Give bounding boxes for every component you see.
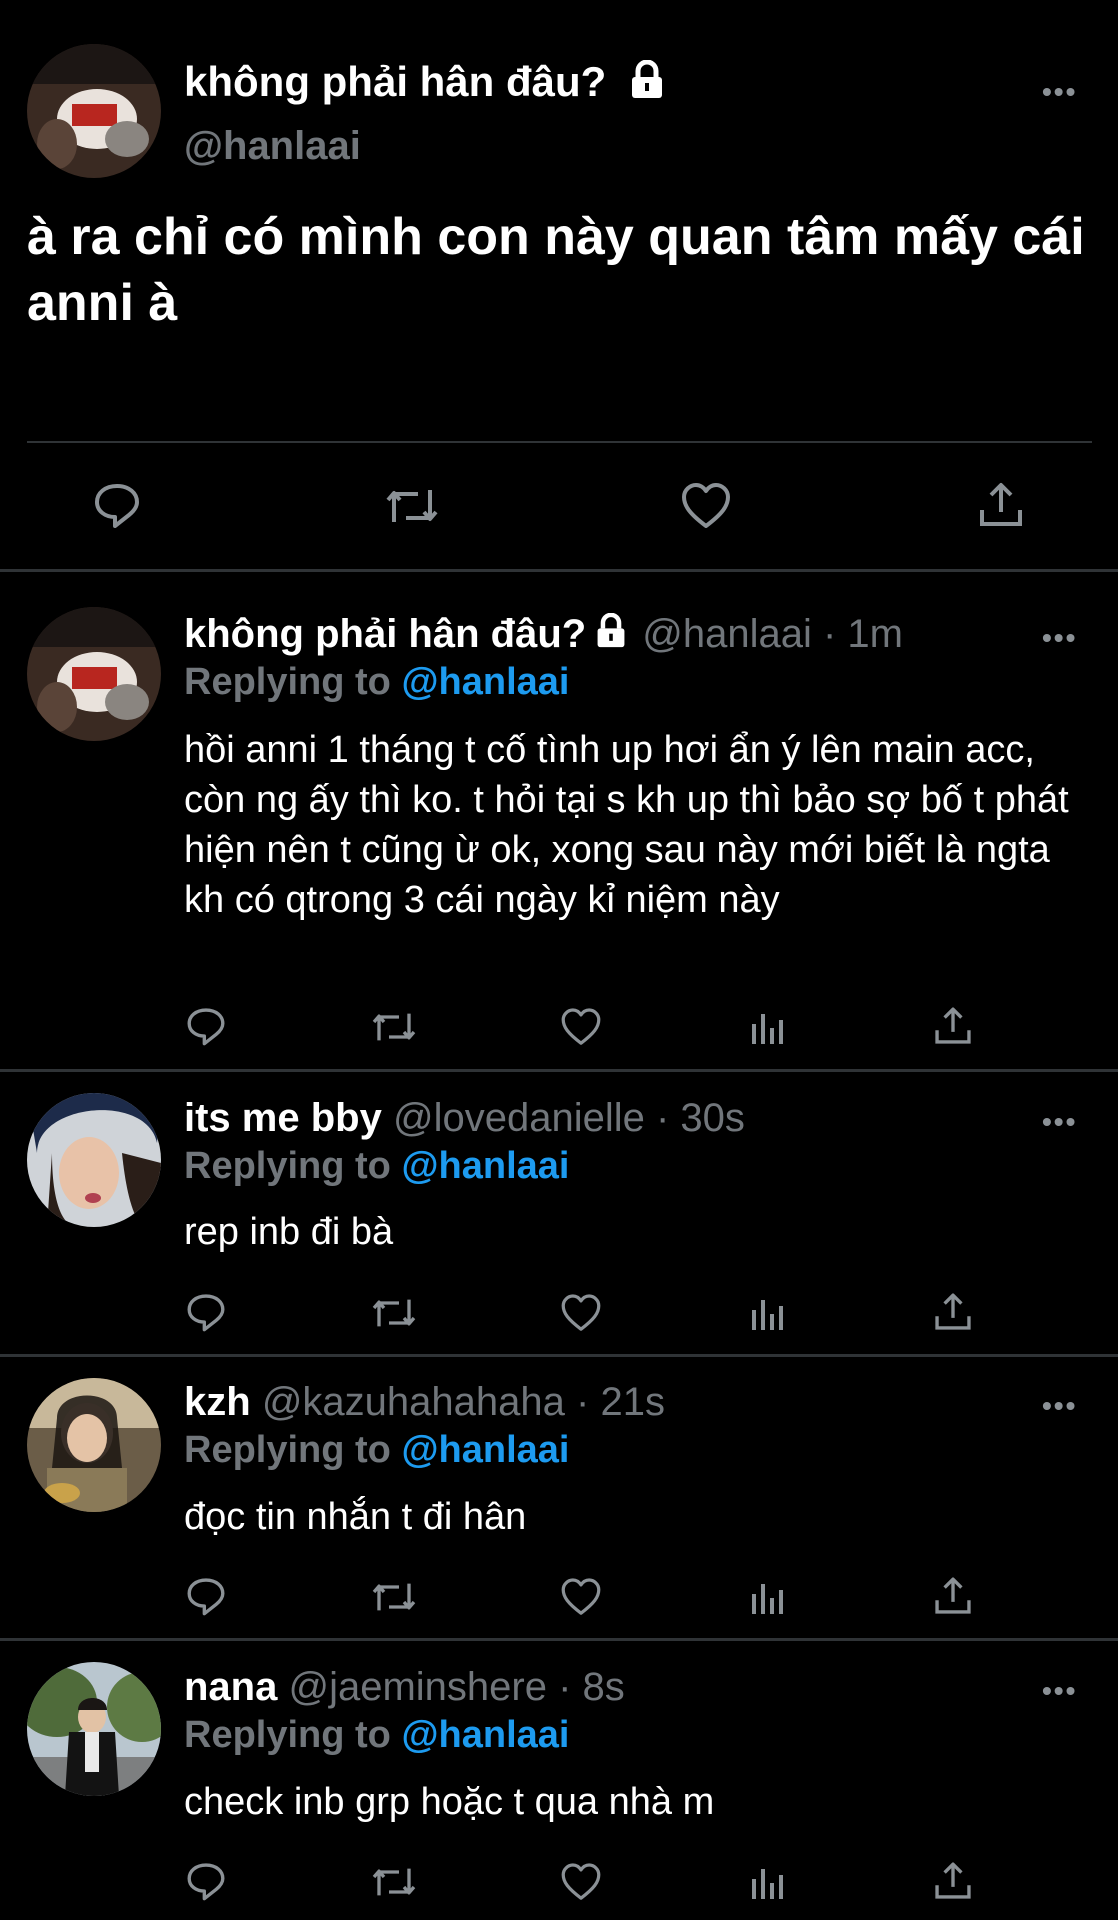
reply-icon <box>187 1294 225 1332</box>
avatar[interactable] <box>27 1093 161 1227</box>
retweet-button[interactable] <box>370 1577 418 1617</box>
analytics-button[interactable] <box>748 1294 788 1334</box>
more-icon[interactable]: ••• <box>1042 624 1077 652</box>
share-icon <box>935 1577 971 1614</box>
analytics-button[interactable] <box>748 1008 788 1048</box>
reply-text: đọc tin nhắn t đi hân <box>184 1496 527 1538</box>
avatar[interactable] <box>27 1378 161 1512</box>
reply-icon <box>187 1008 225 1046</box>
retweet-button[interactable] <box>370 1007 418 1047</box>
share-icon <box>935 1293 971 1330</box>
timestamp[interactable]: · 30s <box>656 1096 745 1140</box>
like-icon <box>561 1294 601 1331</box>
reply-icon <box>187 1863 225 1901</box>
lock-icon <box>594 613 628 659</box>
timestamp[interactable]: · 1m <box>823 612 903 656</box>
author-name[interactable]: không phải hân đâu? <box>184 612 586 656</box>
more-icon[interactable]: ••• <box>1042 1677 1077 1705</box>
analytics-icon <box>752 1014 783 1044</box>
author-name[interactable]: its me bby <box>184 1096 382 1140</box>
author-handle[interactable]: @kazuhahahaha <box>262 1380 565 1424</box>
retweet-button[interactable] <box>370 1293 418 1333</box>
analytics-icon <box>752 1300 783 1330</box>
lock-icon <box>628 59 666 110</box>
analytics-button[interactable] <box>748 1578 788 1618</box>
mention-link[interactable]: @hanlaai <box>401 1145 569 1187</box>
author-name[interactable]: kzh <box>184 1380 251 1424</box>
reply-button[interactable] <box>185 1860 227 1902</box>
replying-label: Replying to <box>184 1429 391 1471</box>
retweet-icon <box>386 490 438 522</box>
avatar[interactable] <box>27 607 161 741</box>
author-handle[interactable]: @hanlaai <box>642 612 812 656</box>
author-handle[interactable]: @lovedanielle <box>393 1096 645 1140</box>
avatar[interactable] <box>27 1662 161 1796</box>
reply-text: hồi anni 1 tháng t cố tình up hơi ẩn ý l… <box>184 729 1069 921</box>
mention-link[interactable]: @hanlaai <box>401 661 569 703</box>
like-button[interactable] <box>560 1007 602 1047</box>
like-icon <box>561 1863 601 1900</box>
retweet-icon <box>372 1299 416 1327</box>
reply-button[interactable] <box>185 1005 227 1047</box>
avatar[interactable] <box>27 44 161 178</box>
like-button[interactable] <box>560 1577 602 1617</box>
share-icon <box>980 483 1022 526</box>
replying-label: Replying to <box>184 1145 391 1187</box>
author-handle[interactable]: @jaeminshere <box>288 1665 547 1709</box>
more-icon[interactable]: ••• <box>1042 1392 1077 1420</box>
reply-button[interactable] <box>185 1291 227 1333</box>
replying-label: Replying to <box>184 1714 391 1756</box>
divider <box>0 569 1118 572</box>
share-icon <box>935 1862 971 1899</box>
share-button[interactable] <box>976 480 1026 530</box>
tweet-text: à ra chỉ có mình con này quan tâm mấy cá… <box>27 208 1085 332</box>
mention-link[interactable]: @hanlaai <box>401 1714 569 1756</box>
like-icon <box>561 1578 601 1615</box>
retweet-button[interactable] <box>370 1862 418 1902</box>
share-button[interactable] <box>932 1005 974 1047</box>
more-icon[interactable]: ••• <box>1042 1108 1077 1136</box>
reply-icon <box>187 1578 225 1616</box>
author-name[interactable]: không phải hân đâu? <box>184 58 606 105</box>
divider <box>0 1638 1118 1641</box>
mention-link[interactable]: @hanlaai <box>401 1429 569 1471</box>
timestamp[interactable]: · 8s <box>558 1665 625 1709</box>
reply-button[interactable] <box>185 1575 227 1617</box>
retweet-icon <box>372 1583 416 1611</box>
replying-label: Replying to <box>184 661 391 703</box>
reply-text: check inb grp hoặc t qua nhà m <box>184 1781 715 1823</box>
analytics-icon <box>752 1584 783 1614</box>
reply-icon <box>95 484 139 528</box>
reply-button[interactable] <box>92 480 142 530</box>
more-icon[interactable]: ••• <box>1042 78 1077 106</box>
analytics-icon <box>752 1869 783 1899</box>
analytics-button[interactable] <box>748 1863 788 1903</box>
like-button[interactable] <box>560 1862 602 1902</box>
retweet-icon <box>372 1868 416 1896</box>
like-button[interactable] <box>560 1293 602 1333</box>
share-button[interactable] <box>932 1575 974 1617</box>
divider <box>0 1354 1118 1357</box>
timestamp[interactable]: · 21s <box>576 1380 665 1424</box>
divider <box>27 441 1092 443</box>
retweet-icon <box>372 1013 416 1041</box>
like-button[interactable] <box>680 482 732 530</box>
share-button[interactable] <box>932 1860 974 1902</box>
author-name[interactable]: nana <box>184 1665 277 1709</box>
divider <box>0 1069 1118 1072</box>
author-handle[interactable]: @hanlaai <box>184 124 361 169</box>
like-icon <box>682 483 730 528</box>
retweet-button[interactable] <box>384 482 440 530</box>
reply-text: rep inb đi bà <box>184 1211 394 1253</box>
share-button[interactable] <box>932 1291 974 1333</box>
like-icon <box>561 1008 601 1045</box>
share-icon <box>935 1007 971 1044</box>
